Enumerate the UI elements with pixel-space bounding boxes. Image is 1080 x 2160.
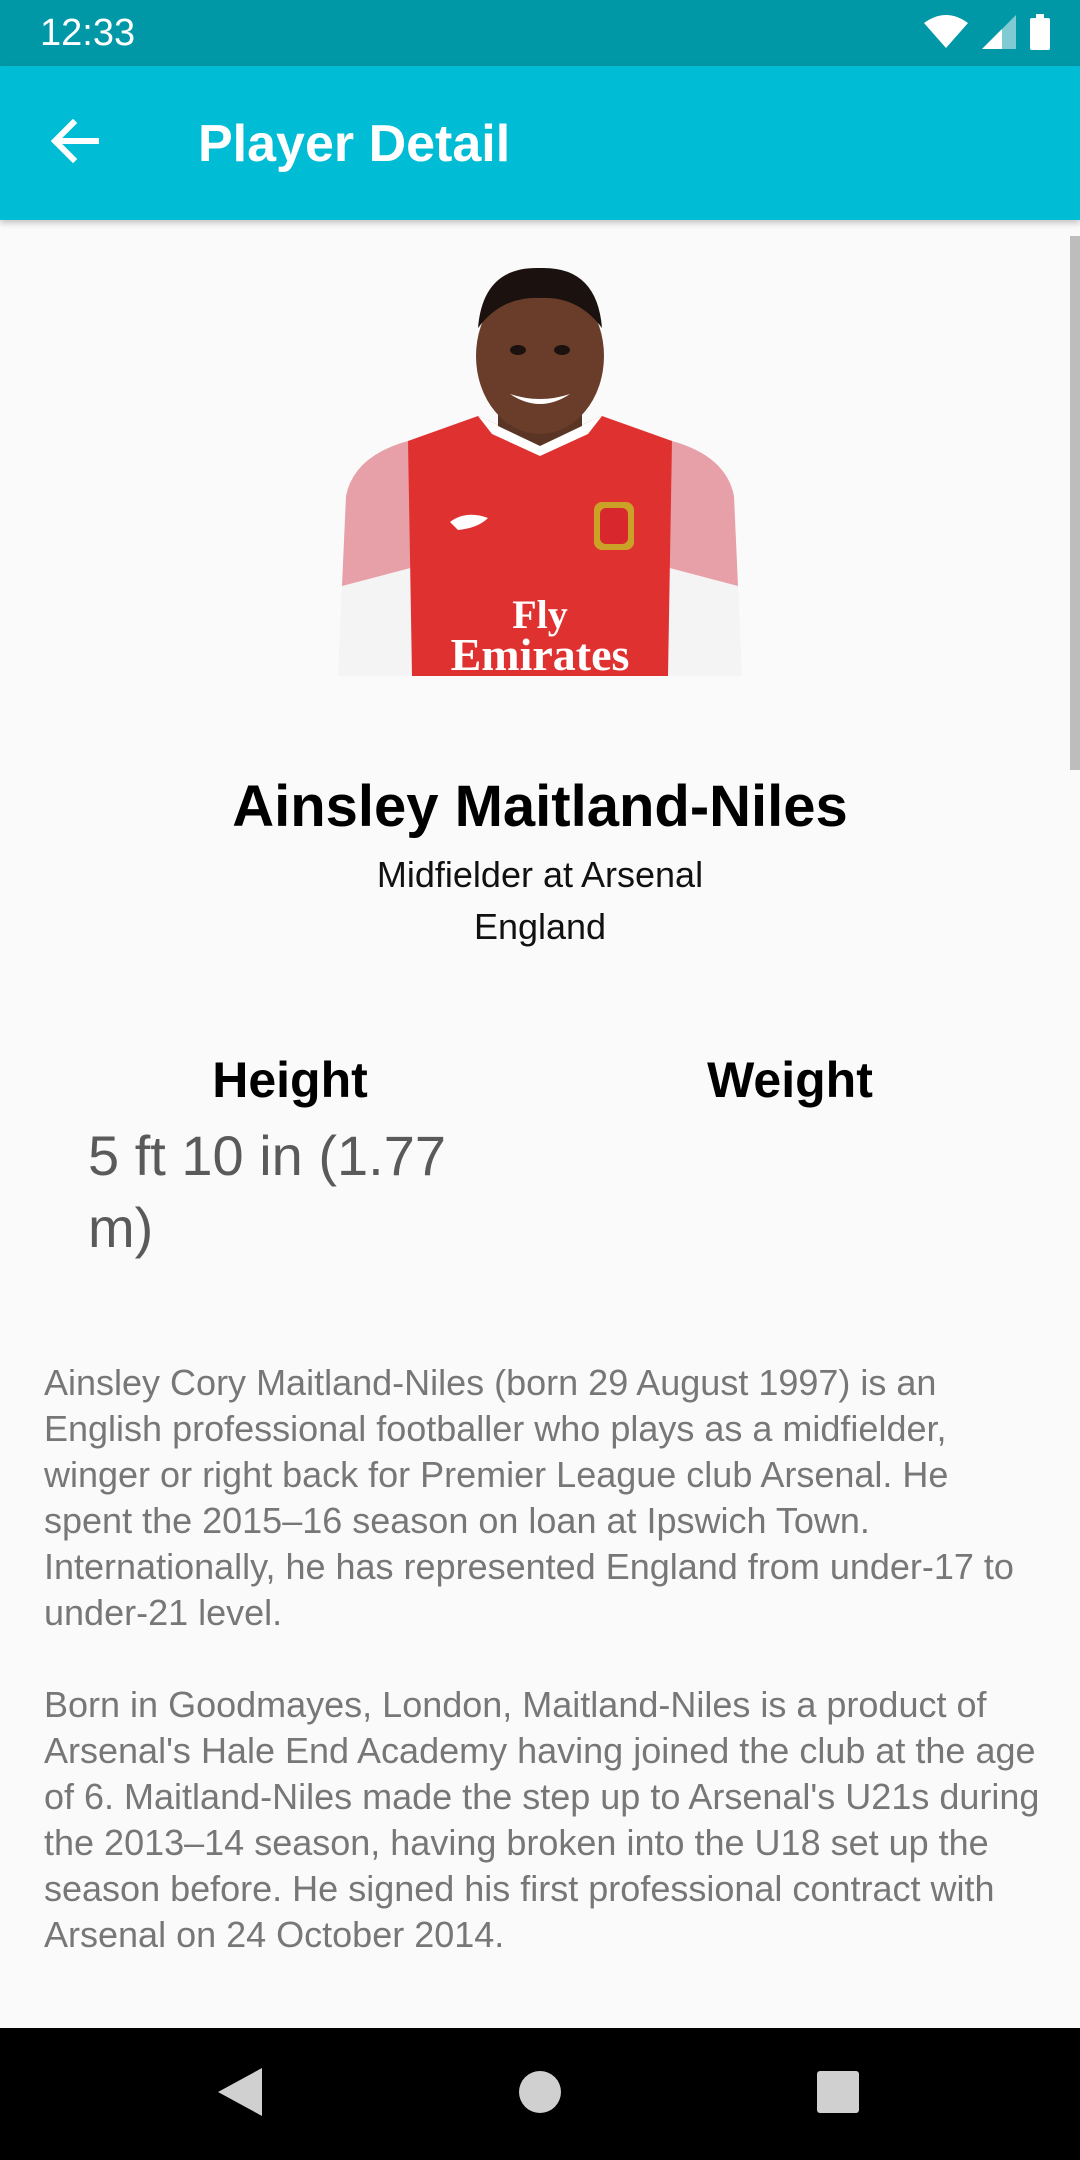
page-title: Player Detail (198, 115, 511, 173)
nav-recents-icon (817, 2070, 859, 2118)
battery-icon (1030, 13, 1050, 55)
height-value: 5 ft 10 in (1.77 m) (88, 1124, 447, 1259)
player-bio: Ainsley Cory Maitland-Niles (born 29 Aug… (44, 1360, 1044, 2004)
player-name: Ainsley Maitland-Niles (232, 774, 848, 839)
bio-paragraph: Born in Goodmayes, London, Maitland-Nile… (44, 1684, 1040, 1955)
nav-home-button[interactable] (510, 2064, 570, 2124)
navigation-bar (0, 2028, 1080, 2160)
nav-home-icon (518, 2070, 562, 2119)
status-bar: 12:33 (0, 0, 1080, 66)
player-nation: England (473, 906, 607, 947)
signal-icon (982, 14, 1016, 54)
scrollbar[interactable] (1070, 236, 1080, 770)
nav-recents-button[interactable] (808, 2064, 868, 2124)
height-label: Height (212, 1052, 368, 1108)
status-time: 12:33 (40, 12, 136, 54)
nav-back-button[interactable] (210, 2064, 270, 2124)
nav-back-icon (218, 2067, 262, 2121)
app-bar: Player Detail (0, 66, 1080, 220)
bio-paragraph: Ainsley Cory Maitland-Niles (born 29 Aug… (44, 1362, 1014, 1633)
player-photo: Fly Emirates (338, 266, 742, 680)
back-button[interactable] (30, 98, 120, 188)
player-position: Midfielder at Arsenal (376, 854, 704, 895)
arrow-back-icon (50, 118, 100, 168)
svg-text:Emirates: Emirates (451, 629, 630, 676)
status-icons (924, 13, 1050, 55)
weight-label: Weight (707, 1052, 873, 1108)
wifi-icon (924, 14, 968, 54)
